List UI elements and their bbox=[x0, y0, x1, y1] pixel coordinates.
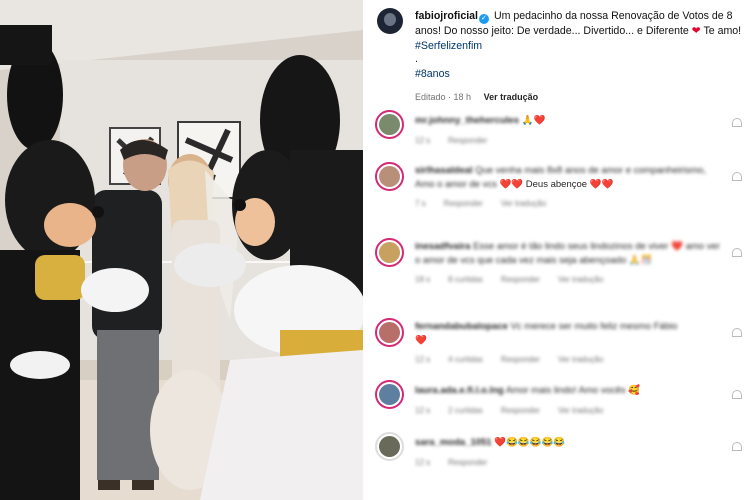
reply-link[interactable]: Responder bbox=[501, 406, 540, 415]
comment-avatar[interactable] bbox=[375, 318, 404, 347]
comment-avatar[interactable] bbox=[375, 162, 404, 191]
post-meta: Editado · 18 h Ver tradução bbox=[415, 92, 548, 102]
caption-dot: . bbox=[415, 53, 418, 65]
likes-count[interactable]: 2 curtidas bbox=[448, 406, 483, 415]
hashtag-serfelizenfim[interactable]: #Serfelizenfim bbox=[415, 40, 482, 52]
reply-link[interactable]: Responder bbox=[444, 199, 483, 208]
comment-text: Amor mais lindo! Amo vocês bbox=[505, 385, 626, 396]
comment-username[interactable]: sara_moda_1051 bbox=[415, 437, 492, 448]
reply-link[interactable]: Responder bbox=[501, 355, 540, 364]
reply-link[interactable]: Responder bbox=[448, 458, 487, 467]
like-heart-icon[interactable] bbox=[732, 328, 742, 337]
comment-time: 12 s bbox=[415, 135, 431, 145]
comment-avatar[interactable] bbox=[375, 238, 404, 267]
caption-tail: Te amo! bbox=[703, 25, 742, 37]
reply-link[interactable]: Responder bbox=[448, 136, 487, 145]
comment-username[interactable]: inesadfvaira bbox=[415, 241, 470, 252]
comment-time: 12 s bbox=[415, 457, 431, 467]
see-translation-link[interactable]: Ver tradução bbox=[484, 92, 539, 102]
reply-link[interactable]: Responder bbox=[501, 275, 540, 284]
comment-time: 7 s bbox=[415, 199, 426, 208]
comment-emoji: ❤️ bbox=[415, 334, 427, 346]
like-heart-icon[interactable] bbox=[732, 248, 742, 257]
red-heart-icon: ❤ bbox=[691, 25, 701, 37]
like-heart-icon[interactable] bbox=[732, 172, 742, 181]
see-translation-link[interactable]: Ver tradução bbox=[558, 406, 603, 415]
comment-emoji: 🙏❤️ bbox=[521, 115, 546, 126]
comment-emoji: ❤️😂😂😂😂😂 bbox=[494, 437, 566, 448]
edited-timestamp: Editado · 18 h bbox=[415, 92, 472, 102]
like-heart-icon[interactable] bbox=[732, 442, 742, 451]
likes-count[interactable]: 4 curtidas bbox=[448, 355, 483, 364]
comment-time: 12 s bbox=[415, 405, 431, 415]
post-details-panel: fabiojroficial ✓ Um pedacinho da nossa Re… bbox=[363, 0, 750, 500]
see-translation-link[interactable]: Ver tradução bbox=[558, 355, 603, 364]
comment-text: Esse amor é tão lindo seus lindozinos de… bbox=[473, 241, 669, 252]
comment-text: Vc merece ser muito feliz mesmo Fábio bbox=[510, 321, 678, 332]
comment-time: 18 s bbox=[415, 275, 431, 284]
author-username[interactable]: fabiojroficial bbox=[415, 10, 478, 22]
author-avatar[interactable] bbox=[377, 8, 403, 34]
comment-time: 12 s bbox=[415, 355, 431, 364]
comment-username[interactable]: fernandabubalopace bbox=[415, 321, 508, 332]
comment-username[interactable]: sirlhasaldeal bbox=[415, 165, 473, 176]
wedding-vows-photo bbox=[0, 0, 363, 500]
like-heart-icon[interactable] bbox=[732, 390, 742, 399]
comment-avatar[interactable] bbox=[375, 110, 404, 139]
comment-avatar[interactable] bbox=[375, 432, 404, 461]
comment-username[interactable]: laura.ada.e.fi.l.o.lng bbox=[415, 385, 504, 396]
comment-username[interactable]: mr.johnny_thehercules bbox=[415, 115, 519, 126]
comment-avatar[interactable] bbox=[375, 380, 404, 409]
like-heart-icon[interactable] bbox=[732, 118, 742, 127]
instagram-post-view: fabiojroficial ✓ Um pedacinho da nossa Re… bbox=[0, 0, 750, 500]
see-translation-link[interactable]: Ver tradução bbox=[501, 199, 546, 208]
likes-count[interactable]: 8 curtidas bbox=[448, 275, 483, 284]
verified-badge-icon: ✓ bbox=[478, 14, 489, 24]
post-photo[interactable] bbox=[0, 0, 363, 500]
comment-emoji: 🥰 bbox=[628, 385, 641, 396]
hashtag-8anos[interactable]: #8anos bbox=[415, 67, 750, 82]
see-translation-link[interactable]: Ver tradução bbox=[558, 275, 603, 284]
post-caption: fabiojroficial ✓ Um pedacinho da nossa Re… bbox=[415, 9, 750, 82]
comment-emoji: ❤️❤️ Deus abençoe ❤️❤️ bbox=[499, 178, 614, 190]
